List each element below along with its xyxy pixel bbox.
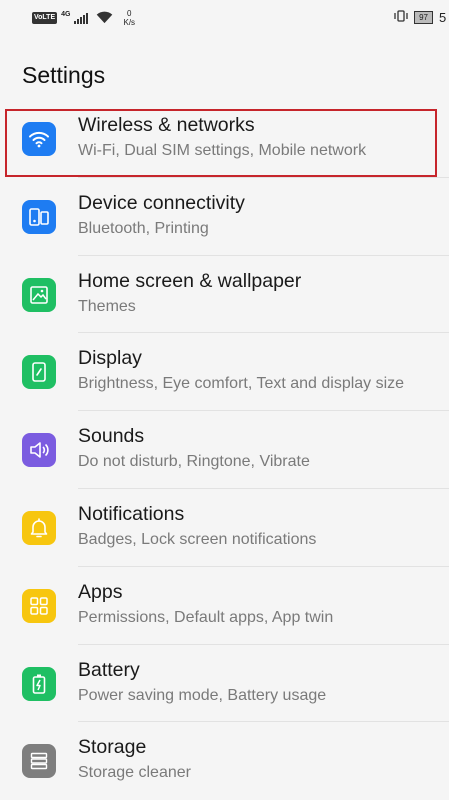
apps-grid-icon — [22, 588, 56, 623]
device-connectivity-icon — [22, 199, 56, 234]
display-icon — [22, 355, 56, 390]
setting-home-screen-wallpaper[interactable]: Home screen & wallpaper Themes — [0, 256, 449, 334]
battery-icon — [22, 666, 56, 701]
item-subtitle: Power saving mode, Battery usage — [78, 686, 327, 704]
storage-icon — [22, 744, 56, 779]
signal-strength-icon — [74, 12, 89, 24]
page-title: Settings — [22, 62, 106, 88]
network-speed: 0 K/s — [123, 9, 135, 27]
setting-apps[interactable]: Apps Permissions, Default apps, App twin — [0, 567, 449, 645]
item-subtitle: Brightness, Eye comfort, Text and displa… — [78, 375, 405, 393]
item-title: Device connectivity — [78, 191, 245, 214]
battery-level: 97 — [414, 11, 433, 24]
wallpaper-icon — [22, 277, 56, 312]
vibrate-icon — [394, 10, 408, 25]
item-subtitle: Themes — [78, 297, 136, 315]
setting-notifications[interactable]: Notifications Badges, Lock screen notifi… — [0, 489, 449, 567]
item-title: Notifications — [78, 502, 185, 525]
item-subtitle: Permissions, Default apps, App twin — [78, 608, 334, 626]
highlight-box — [5, 109, 437, 177]
item-title: Sounds — [78, 425, 145, 448]
network-speed-unit: K/s — [123, 18, 136, 27]
bell-icon — [22, 510, 56, 545]
item-subtitle: Storage cleaner — [78, 764, 191, 782]
setting-battery[interactable]: Battery Power saving mode, Battery usage — [0, 645, 449, 723]
network-type: 4G — [61, 11, 71, 18]
speaker-icon — [22, 433, 56, 468]
status-bar: VoLTE 4G 0 K/s 97 5 — [0, 0, 449, 40]
item-title: Battery — [78, 658, 140, 681]
setting-display[interactable]: Display Brightness, Eye comfort, Text an… — [0, 333, 449, 412]
clock: 5 — [439, 10, 447, 25]
network-speed-value: 0 — [127, 9, 132, 18]
setting-sounds[interactable]: Sounds Do not disturb, Ringtone, Vibrate — [0, 411, 449, 489]
item-title: Storage — [78, 736, 147, 759]
item-title: Display — [78, 347, 142, 370]
wifi-status-icon — [97, 11, 113, 24]
item-title: Home screen & wallpaper — [78, 269, 302, 292]
volte-badge: VoLTE — [32, 12, 58, 24]
item-subtitle: Bluetooth, Printing — [78, 219, 209, 237]
item-subtitle: Badges, Lock screen notifications — [78, 530, 317, 548]
setting-storage[interactable]: Storage Storage cleaner — [0, 722, 449, 800]
settings-list: Wireless & networks Wi-Fi, Dual SIM sett… — [0, 100, 449, 800]
setting-device-connectivity[interactable]: Device connectivity Bluetooth, Printing — [0, 178, 449, 256]
item-subtitle: Do not disturb, Ringtone, Vibrate — [78, 453, 310, 471]
item-title: Apps — [78, 580, 123, 603]
